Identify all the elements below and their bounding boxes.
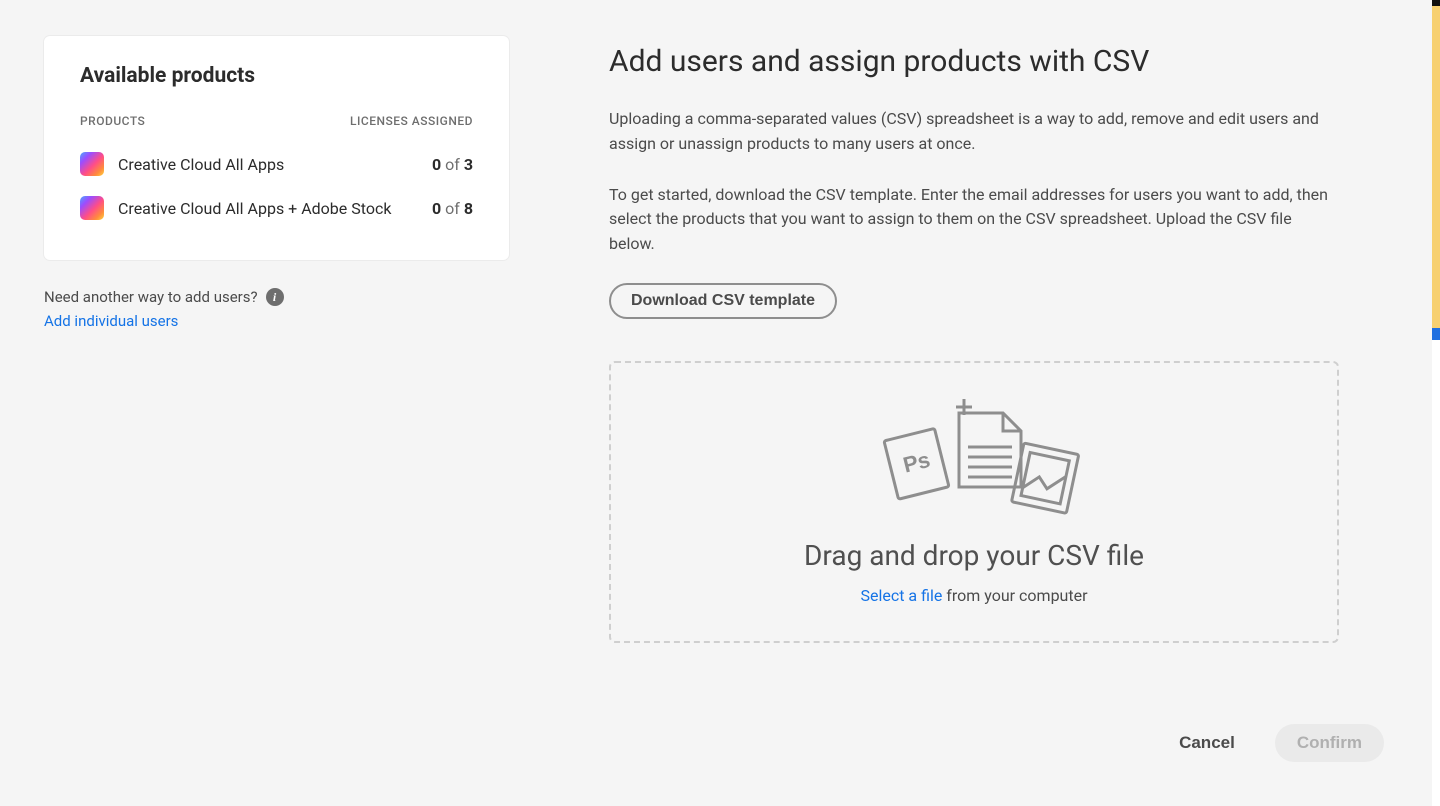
- add-users-prompt: Need another way to add users?: [44, 288, 258, 306]
- select-file-link[interactable]: Select a file: [860, 586, 942, 605]
- window-edge-decoration: [1432, 0, 1440, 806]
- creative-cloud-icon: [80, 152, 104, 176]
- available-products-card: Available products PRODUCTS LICENSES ASS…: [44, 36, 509, 260]
- col-licenses: LICENSES ASSIGNED: [350, 114, 473, 128]
- download-csv-template-button[interactable]: Download CSV template: [609, 283, 837, 319]
- confirm-button[interactable]: Confirm: [1275, 724, 1384, 762]
- page-title: Add users and assign products with CSV: [609, 44, 1339, 79]
- products-table-header: PRODUCTS LICENSES ASSIGNED: [80, 114, 473, 128]
- dropzone-title: Drag and drop your CSV file: [631, 539, 1317, 572]
- product-row: Creative Cloud All Apps + Adobe Stock 0 …: [80, 186, 473, 230]
- csv-dropzone[interactable]: Ps: [609, 361, 1339, 643]
- info-icon[interactable]: i: [266, 288, 284, 306]
- dialog-footer: Cancel Confirm: [1179, 724, 1384, 762]
- col-products: PRODUCTS: [80, 114, 145, 128]
- creative-cloud-icon: [80, 196, 104, 220]
- svg-text:Ps: Ps: [900, 447, 932, 478]
- product-row: Creative Cloud All Apps 0 of 3: [80, 142, 473, 186]
- license-count: 0 of 3: [432, 155, 473, 174]
- cancel-button[interactable]: Cancel: [1179, 733, 1235, 753]
- dropzone-illustration-icon: Ps: [631, 395, 1317, 515]
- intro-paragraph-2: To get started, download the CSV templat…: [609, 183, 1339, 257]
- dropzone-subtext: Select a file from your computer: [631, 586, 1317, 605]
- card-title: Available products: [80, 64, 473, 88]
- add-individual-users-link[interactable]: Add individual users: [44, 312, 178, 330]
- license-count: 0 of 8: [432, 199, 473, 218]
- product-name: Creative Cloud All Apps: [118, 155, 432, 174]
- intro-paragraph-1: Uploading a comma-separated values (CSV)…: [609, 107, 1339, 157]
- product-name: Creative Cloud All Apps + Adobe Stock: [118, 199, 432, 218]
